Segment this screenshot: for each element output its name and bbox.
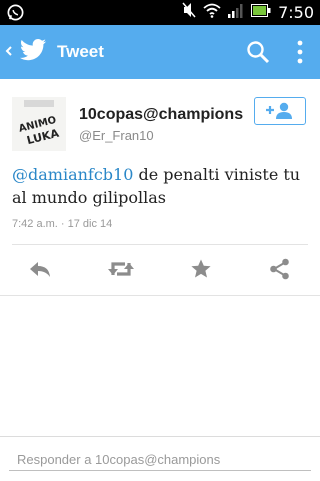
action-bar: Tweet	[0, 25, 320, 79]
reply-bar	[0, 436, 320, 481]
reply-icon[interactable]	[28, 258, 52, 285]
battery-icon	[251, 3, 271, 22]
follow-user-icon	[265, 102, 295, 125]
mention-link[interactable]: @damianfcb10	[12, 165, 133, 184]
overflow-menu-icon[interactable]	[296, 39, 304, 70]
wifi-icon	[203, 3, 221, 23]
signal-icon	[228, 3, 244, 23]
reply-input[interactable]	[9, 449, 311, 471]
back-icon[interactable]	[4, 41, 14, 66]
author-handle[interactable]: @Er_Fran10	[79, 128, 154, 143]
avatar[interactable]: ANIMO LUKA	[12, 97, 66, 151]
retweet-icon[interactable]	[107, 258, 135, 285]
tweet-text: @damianfcb10 de penalti viniste tu al mu…	[12, 163, 312, 209]
tweet-timestamp: 7:42 a.m. · 17 dic 14	[12, 218, 113, 230]
page-title: Tweet	[57, 42, 104, 61]
favorite-icon[interactable]	[190, 258, 212, 285]
twitter-bird-icon[interactable]	[19, 38, 47, 67]
divider	[0, 295, 320, 296]
tweet-header: ANIMO LUKA 10copas@champions @Er_Fran10	[12, 97, 308, 152]
search-icon[interactable]	[246, 40, 270, 69]
author-name[interactable]: 10copas@champions	[79, 106, 243, 124]
clock: 7:50	[278, 3, 314, 22]
mute-icon	[182, 2, 196, 23]
share-icon[interactable]	[269, 258, 291, 285]
tweet-actions	[0, 255, 320, 285]
divider	[12, 244, 308, 245]
whatsapp-icon	[6, 3, 25, 27]
follow-button[interactable]	[254, 97, 306, 125]
status-bar: 7:50	[0, 0, 320, 25]
